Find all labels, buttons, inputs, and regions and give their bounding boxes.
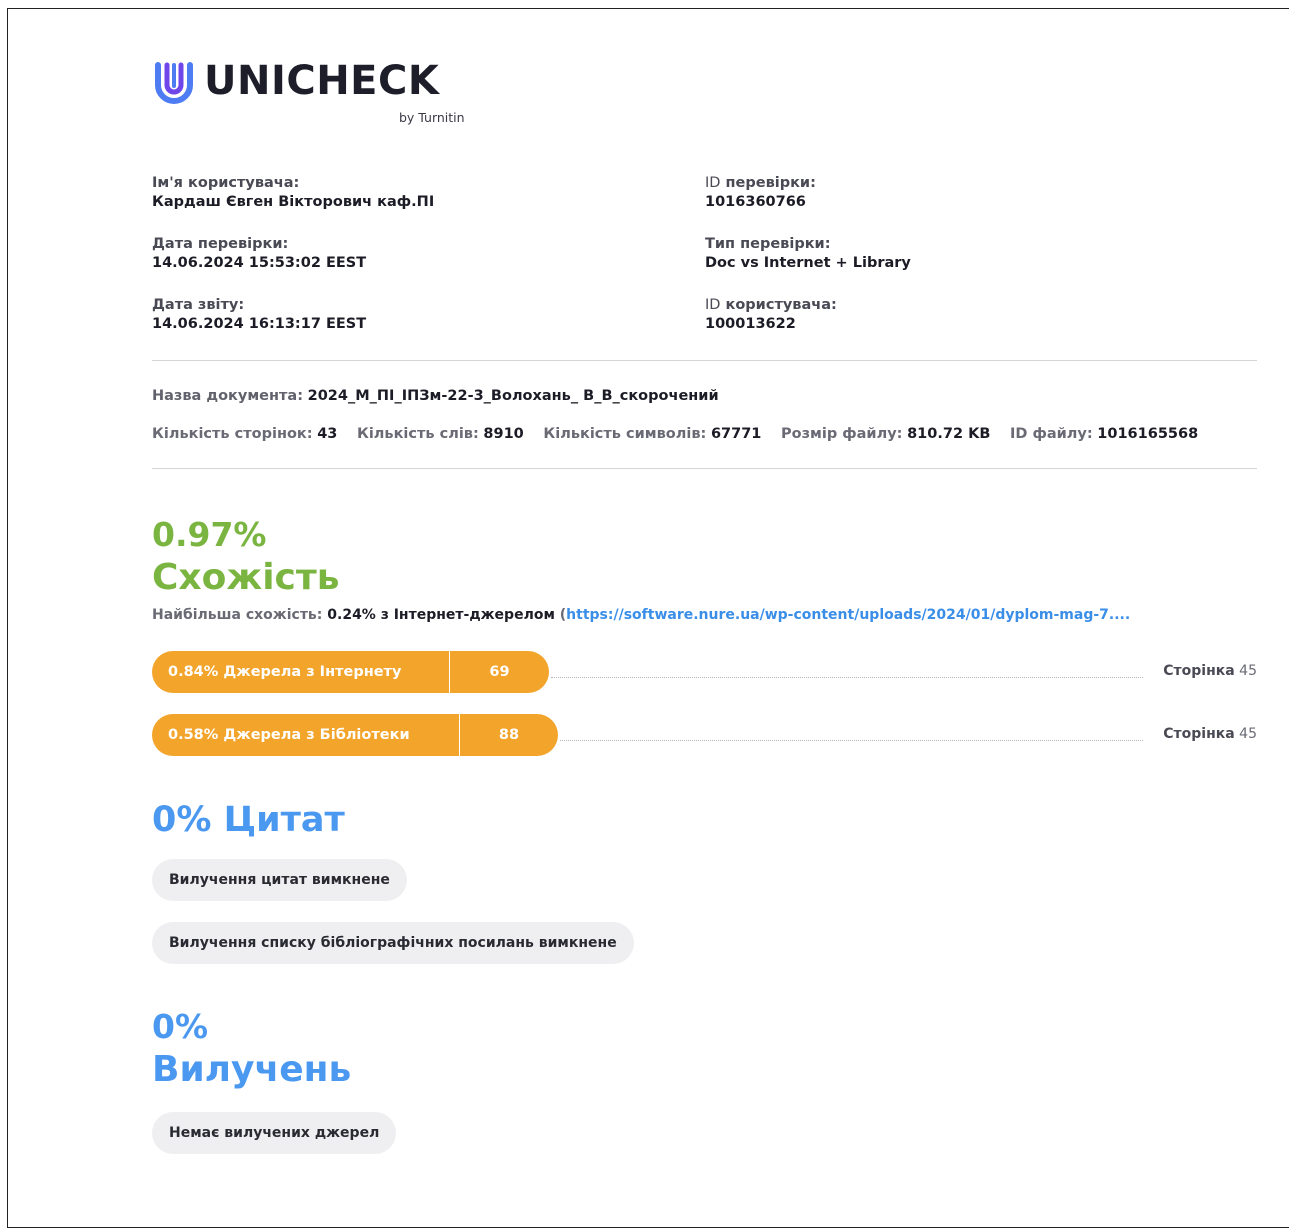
source-pill-count: 69	[489, 664, 510, 680]
meta-label: Тип перевірки:	[705, 236, 831, 252]
meta-value: 14.06.2024 16:13:17 EEST	[152, 316, 367, 332]
meta-value: 100013622	[705, 316, 796, 332]
stat-words: Кількість слів: 8910	[356, 426, 524, 442]
meta-report-date: Дата звіту: 14.06.2024 16:13:17 EEST	[152, 296, 434, 357]
meta-label: Дата перевірки:	[152, 236, 289, 252]
source-row-internet[interactable]: 0.84% Джерела з Інтернету 69 Сторінка 45	[152, 651, 1257, 693]
meta-label: Ім'я користувача:	[152, 175, 300, 191]
document-stats: Кількість сторінок: 43 Кількість слів: 8…	[152, 426, 1289, 442]
stat-file-id: ID файлу: 1016165568	[1009, 426, 1199, 442]
similarity-percent: 0.97%	[152, 515, 267, 554]
brand-name: UNICHECK	[204, 58, 440, 104]
source-pill-label: 0.84% Джерела з Інтернету	[152, 651, 450, 693]
dotted-leader	[560, 740, 1143, 741]
source-pill[interactable]: 0.58% Джерела з Бібліотеки 88	[152, 714, 558, 756]
meta-user-name: Ім'я користувача: Кардаш Євген Вікторови…	[152, 174, 434, 235]
similarity-title: Схожість	[152, 557, 340, 598]
exclusions-title: Вилучень	[152, 1049, 352, 1090]
stat-chars: Кількість символів: 67771	[543, 426, 762, 442]
meta-check-date: Дата перевірки: 14.06.2024 15:53:02 EEST	[152, 235, 434, 296]
meta-value: Doc vs Internet + Library	[705, 255, 911, 271]
meta-value: Кардаш Євген Вікторович каф.ПІ	[152, 194, 435, 210]
report-content: UNICHECK by Turnitin Ім'я користувача: К…	[152, 0, 1289, 1210]
dotted-leader	[551, 677, 1143, 678]
exclusions-percent: 0%	[152, 1007, 209, 1046]
meta-label: ID користувача:	[705, 297, 837, 313]
brand-sub: by Turnitin	[399, 110, 465, 125]
meta-check-id: ID перевірки: 1016360766	[705, 174, 911, 235]
unicheck-u-logo-icon	[155, 62, 193, 104]
page-ref: Сторінка 45	[1163, 663, 1257, 679]
meta-value: 1016360766	[705, 194, 806, 210]
unicheck-logo: UNICHECK by Turnitin	[152, 58, 492, 130]
meta-label: ID перевірки:	[705, 175, 816, 191]
top-similarity: Найбільша схожість: 0.24% з Інтернет-дже…	[152, 607, 1131, 623]
source-pill[interactable]: 0.84% Джерела з Інтернету 69	[152, 651, 549, 693]
divider	[152, 468, 1257, 469]
stat-file-size: Розмір файлу: 810.72 KB	[781, 426, 991, 442]
source-pill-count: 88	[498, 727, 520, 743]
document-name: Назва документа: 2024_М_ПІ_ІПЗм-22-3_Вол…	[152, 388, 719, 404]
bibliography-excluded-chip: Вилучення списку бібліографічних посилан…	[152, 922, 634, 964]
meta-left: Ім'я користувача: Кардаш Євген Вікторови…	[152, 174, 434, 357]
meta-check-type: Тип перевірки: Doc vs Internet + Library	[705, 235, 911, 296]
citations-title: 0% Цитат	[152, 800, 345, 840]
page-ref: Сторінка 45	[1163, 726, 1257, 742]
meta-user-id: ID користувача: 100013622	[705, 296, 911, 357]
meta-label: Дата звіту:	[152, 297, 245, 313]
meta-value: 14.06.2024 15:53:02 EEST	[152, 255, 367, 271]
stat-pages: Кількість сторінок: 43	[152, 426, 338, 442]
no-exclusions-chip: Немає вилучених джерел	[152, 1112, 397, 1154]
source-row-library[interactable]: 0.58% Джерела з Бібліотеки 88 Сторінка 4…	[152, 714, 1257, 756]
citations-excluded-chip: Вилучення цитат вимкнене	[152, 859, 407, 901]
meta-right: ID перевірки: 1016360766 Тип перевірки: …	[705, 174, 911, 357]
divider	[152, 360, 1257, 361]
source-pill-label: 0.58% Джерела з Бібліотеки	[152, 714, 460, 756]
top-similarity-link[interactable]: https://software.nure.ua/wp-content/uplo…	[566, 607, 1130, 623]
